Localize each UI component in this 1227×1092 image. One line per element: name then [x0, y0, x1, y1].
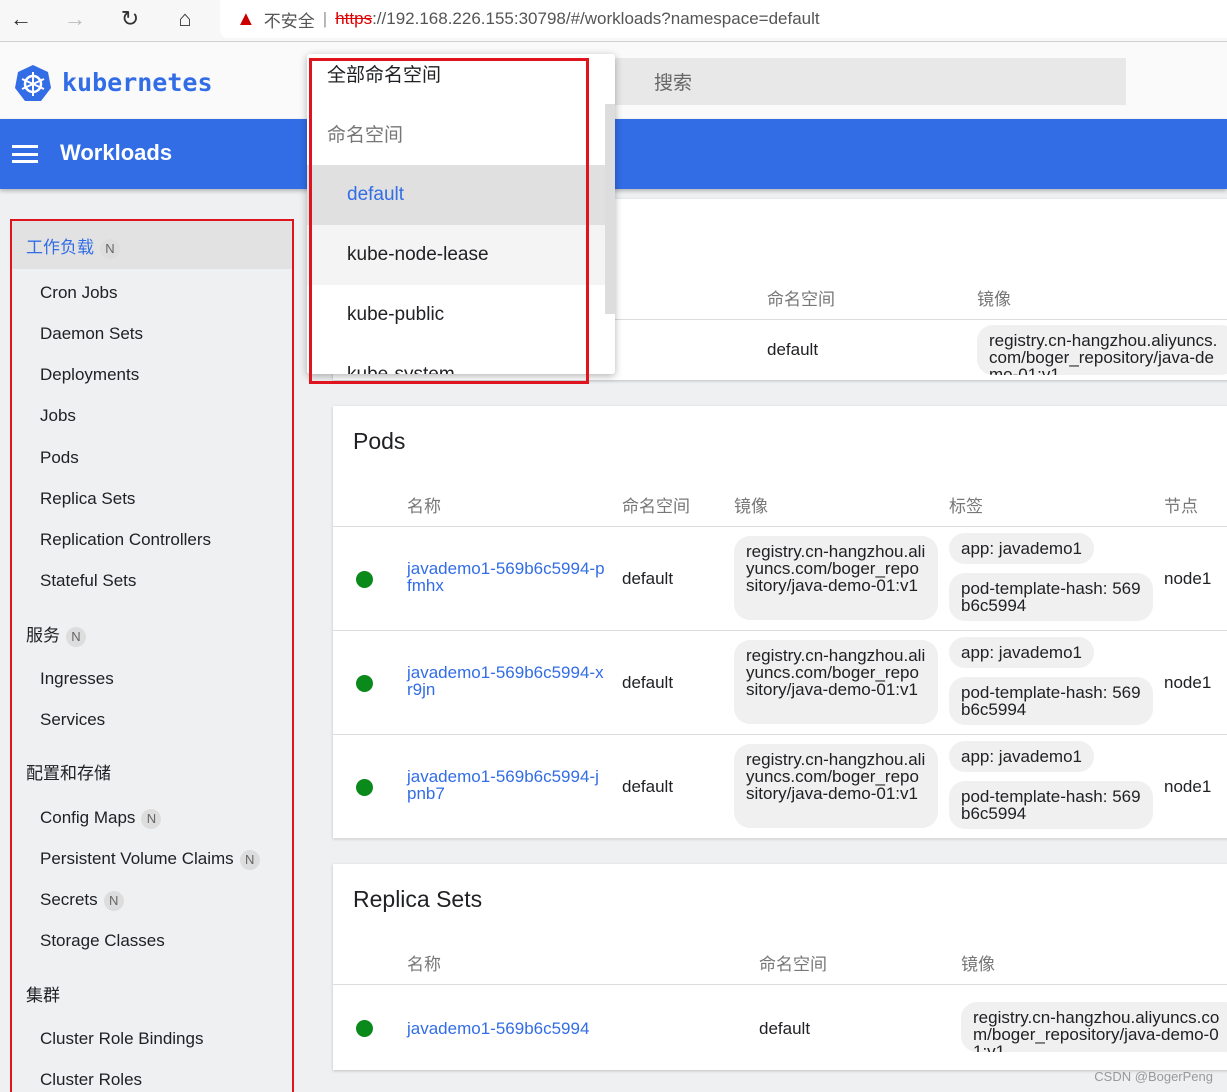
- sidebar-item-pvc[interactable]: Persistent Volume Claims N: [40, 849, 260, 870]
- label-chip: pod-template-hash: 569b6c5994: [949, 677, 1153, 725]
- replica-sets-card: Replica Sets 名称 命名空间 镜像 javademo1-569b6c…: [333, 864, 1227, 1070]
- reload-icon[interactable]: ↻: [115, 6, 145, 32]
- pod-name-link[interactable]: javademo1-569b6c5994-pfmhx: [407, 560, 607, 594]
- pod-node: node1: [1164, 673, 1212, 692]
- pod-name-link[interactable]: javademo1-569b6c5994-jpnb7: [407, 768, 607, 802]
- pods-card: Pods 名称 命名空间 镜像 标签 节点 javademo1-569b6c59…: [333, 406, 1227, 839]
- sidebar-section-workloads[interactable]: 工作负载 N: [12, 221, 292, 269]
- highlight-box: [309, 58, 589, 384]
- url-scheme: https: [335, 9, 373, 28]
- menu-icon[interactable]: [12, 145, 38, 163]
- address-bar[interactable]: ▲ 不安全 | https://192.168.226.155:30798/#/…: [220, 0, 1227, 38]
- label-chip: pod-template-hash: 569b6c5994: [949, 573, 1153, 621]
- sidebar-section-config[interactable]: 配置和存储: [26, 759, 111, 784]
- page-title: Workloads: [60, 140, 173, 165]
- image-chip: registry.cn-hangzhou.aliyuncs.com/boger_…: [734, 640, 938, 724]
- sidebar-item-deployments[interactable]: Deployments: [40, 365, 139, 385]
- replica-set-namespace: default: [759, 1019, 811, 1038]
- pod-namespace: default: [622, 569, 674, 588]
- sidebar-item-config-maps[interactable]: Config Maps N: [40, 808, 162, 829]
- sidebar-item-cluster-role-bindings[interactable]: Cluster Role Bindings: [40, 1029, 203, 1049]
- sidebar-item-storage-classes[interactable]: Storage Classes: [40, 931, 165, 951]
- column-header-name: 名称: [407, 497, 441, 516]
- sidebar-item-secrets[interactable]: Secrets N: [40, 890, 124, 911]
- section-label: 服务: [26, 626, 60, 645]
- kubernetes-logo-icon[interactable]: [14, 64, 52, 102]
- card-title: Pods: [353, 428, 406, 454]
- watermark: CSDN @BogerPeng: [1094, 1069, 1213, 1084]
- column-header-namespace: 命名空间: [622, 497, 690, 516]
- item-label: Config Maps: [40, 808, 136, 827]
- column-header-labels: 标签: [949, 497, 983, 516]
- image-chip: registry.cn-hangzhou.aliyuncs.com/boger_…: [734, 536, 938, 620]
- namespaced-badge: N: [239, 849, 260, 870]
- status-running-icon: [356, 1020, 373, 1037]
- image-chip: registry.cn-hangzhou.aliyuncs.com/boger_…: [977, 325, 1227, 375]
- sidebar: 工作负载 N Cron Jobs Daemon Sets Deployments …: [10, 219, 294, 1092]
- item-label: Secrets: [40, 890, 98, 909]
- sidebar-item-cluster-roles[interactable]: Cluster Roles: [40, 1070, 142, 1090]
- namespaced-badge: N: [141, 808, 162, 829]
- sidebar-item-ingresses[interactable]: Ingresses: [40, 669, 114, 689]
- status-running-icon: [356, 779, 373, 796]
- pod-node: node1: [1164, 777, 1212, 796]
- status-running-icon: [356, 571, 373, 588]
- image-chip: registry.cn-hangzhou.aliyuncs.com/boger_…: [734, 744, 938, 828]
- namespaced-badge: N: [66, 626, 86, 647]
- namespaced-badge: N: [103, 890, 124, 911]
- home-icon[interactable]: ⌂: [170, 6, 200, 32]
- sidebar-item-stateful-sets[interactable]: Stateful Sets: [40, 571, 136, 591]
- card-title: Replica Sets: [353, 886, 483, 912]
- item-label: Persistent Volume Claims: [40, 849, 234, 868]
- label-chip: app: javademo1: [949, 637, 1094, 668]
- label-chip: app: javademo1: [949, 741, 1094, 772]
- sidebar-item-services[interactable]: Services: [40, 710, 105, 730]
- column-header-namespace: 命名空间: [767, 290, 835, 309]
- deployment-namespace: default: [767, 340, 819, 359]
- forward-icon[interactable]: →: [60, 6, 90, 32]
- pod-node: node1: [1164, 569, 1212, 588]
- label-chip: app: javademo1: [949, 533, 1094, 564]
- scrollbar[interactable]: [605, 104, 615, 314]
- sidebar-item-daemon-sets[interactable]: Daemon Sets: [40, 324, 143, 344]
- search-input[interactable]: 搜索: [612, 58, 1126, 105]
- column-header-namespace: 命名空间: [759, 955, 827, 974]
- column-header-image: 镜像: [961, 955, 995, 974]
- url-text: ://192.168.226.155:30798/#/workloads?nam…: [372, 9, 820, 28]
- column-header-node: 节点: [1164, 497, 1198, 516]
- label-chip: pod-template-hash: 569b6c5994: [949, 781, 1153, 829]
- sidebar-item-pods[interactable]: Pods: [40, 448, 79, 468]
- pod-namespace: default: [622, 777, 674, 796]
- sidebar-item-replica-sets[interactable]: Replica Sets: [40, 489, 135, 509]
- sidebar-item-replication-controllers[interactable]: Replication Controllers: [40, 530, 211, 550]
- brand-name[interactable]: kubernetes: [62, 68, 213, 97]
- pod-name-link[interactable]: javademo1-569b6c5994-xr9jn: [407, 664, 607, 698]
- security-label: 不安全: [263, 11, 315, 31]
- section-label: 工作负载: [26, 238, 94, 257]
- sidebar-section-service[interactable]: 服务 N: [26, 621, 86, 647]
- column-header-image: 镜像: [734, 497, 768, 516]
- search-placeholder: 搜索: [654, 73, 693, 94]
- namespaced-badge: N: [100, 238, 120, 259]
- status-running-icon: [356, 675, 373, 692]
- column-header-image: 镜像: [977, 290, 1011, 309]
- pod-namespace: default: [622, 673, 674, 692]
- column-header-name: 名称: [407, 955, 441, 974]
- image-chip: registry.cn-hangzhou.aliyuncs.com/boger_…: [961, 1002, 1227, 1052]
- browser-toolbar: ← → ↻ ⌂ ▲ 不安全 | https://192.168.226.155:…: [0, 0, 1227, 42]
- sidebar-section-cluster[interactable]: 集群: [26, 981, 60, 1006]
- back-icon[interactable]: ←: [6, 6, 36, 32]
- sidebar-item-cron-jobs[interactable]: Cron Jobs: [40, 283, 117, 303]
- sidebar-item-jobs[interactable]: Jobs: [40, 406, 76, 426]
- replica-set-name-link[interactable]: javademo1-569b6c5994: [407, 1020, 589, 1037]
- warning-icon: ▲: [236, 7, 256, 30]
